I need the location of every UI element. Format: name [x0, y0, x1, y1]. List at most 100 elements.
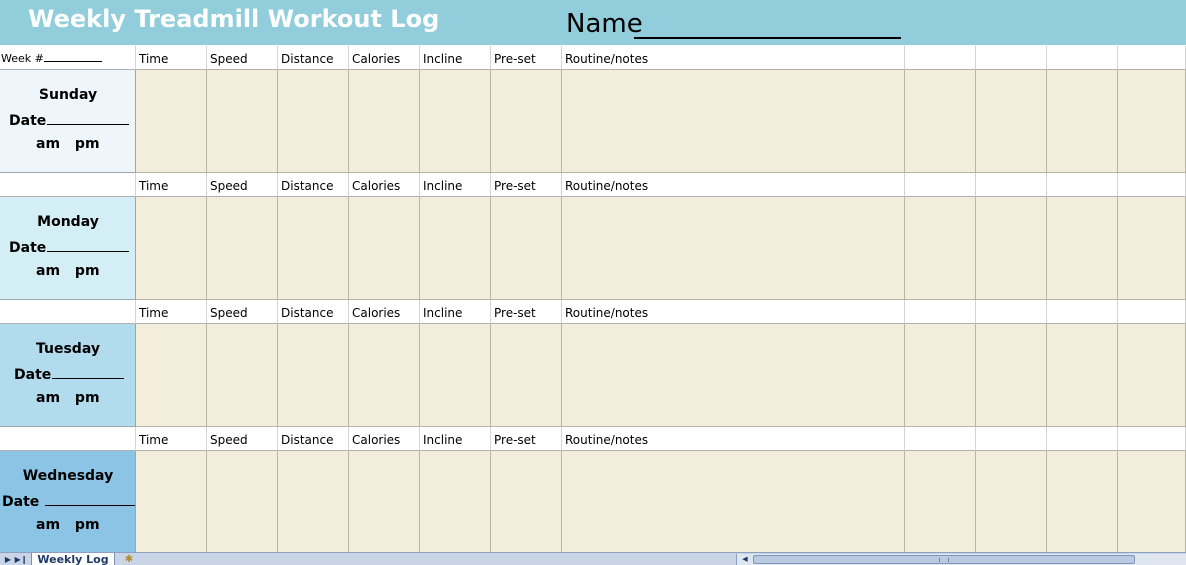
workout-entry-cell[interactable] [491, 451, 562, 552]
workout-entry-cell[interactable] [136, 70, 207, 173]
column-header-cell[interactable] [976, 173, 1047, 197]
workout-entry-cell[interactable] [491, 70, 562, 173]
workout-entry-cell[interactable] [905, 70, 976, 173]
column-header-cell[interactable]: Calories [349, 300, 420, 324]
column-header-cell[interactable]: Speed [207, 173, 278, 197]
workout-entry-cell[interactable] [562, 70, 905, 173]
header-blank-cell[interactable] [0, 300, 136, 324]
workout-entry-cell[interactable] [905, 324, 976, 427]
column-header-cell[interactable]: Speed [207, 427, 278, 451]
column-header-cell[interactable] [905, 173, 976, 197]
column-header-cell[interactable] [905, 46, 976, 70]
workout-entry-cell[interactable] [278, 451, 349, 552]
workout-entry-cell[interactable] [1047, 324, 1118, 427]
column-header-cell[interactable]: Incline [420, 300, 491, 324]
workout-entry-cell[interactable] [420, 70, 491, 173]
workout-entry-cell[interactable] [349, 70, 420, 173]
column-header-cell[interactable] [976, 427, 1047, 451]
week-number-cell[interactable]: Week # [0, 46, 136, 70]
column-header-cell[interactable]: Routine/notes [562, 427, 905, 451]
workout-entry-cell[interactable] [207, 70, 278, 173]
workout-entry-cell[interactable] [207, 197, 278, 300]
last-sheet-arrow-icon[interactable]: ▶❙ [14, 554, 28, 565]
column-header-cell[interactable]: Time [136, 173, 207, 197]
horizontal-scrollbar[interactable]: ◀ [736, 554, 1186, 565]
column-header-cell[interactable]: Incline [420, 46, 491, 70]
workout-entry-cell[interactable] [562, 197, 905, 300]
column-header-cell[interactable]: Distance [278, 173, 349, 197]
column-header-cell[interactable]: Calories [349, 173, 420, 197]
workout-entry-cell[interactable] [136, 197, 207, 300]
workout-entry-cell[interactable] [562, 451, 905, 552]
workout-entry-cell[interactable] [905, 197, 976, 300]
day-label-cell[interactable]: Tuesday Date am pm [0, 324, 136, 427]
column-header-cell[interactable]: Pre-set [491, 46, 562, 70]
workout-entry-cell[interactable] [976, 70, 1047, 173]
workout-entry-cell[interactable] [1118, 70, 1186, 173]
workout-entry-cell[interactable] [1118, 197, 1186, 300]
workout-entry-cell[interactable] [491, 324, 562, 427]
scrollbar-thumb[interactable] [753, 555, 1135, 564]
workout-entry-cell[interactable] [562, 324, 905, 427]
workout-entry-cell[interactable] [905, 451, 976, 552]
column-header-cell[interactable] [905, 300, 976, 324]
column-header-cell[interactable]: Calories [349, 427, 420, 451]
column-header-cell[interactable] [976, 46, 1047, 70]
workout-entry-cell[interactable] [349, 451, 420, 552]
column-header-cell[interactable] [1047, 46, 1118, 70]
workout-entry-cell[interactable] [207, 451, 278, 552]
column-header-cell[interactable]: Distance [278, 300, 349, 324]
workout-entry-cell[interactable] [976, 197, 1047, 300]
header-blank-cell[interactable] [0, 173, 136, 197]
workout-entry-cell[interactable] [976, 324, 1047, 427]
workout-entry-cell[interactable] [136, 324, 207, 427]
column-header-cell[interactable]: Pre-set [491, 173, 562, 197]
workout-entry-cell[interactable] [1047, 451, 1118, 552]
column-header-cell[interactable] [905, 427, 976, 451]
workout-entry-cell[interactable] [349, 197, 420, 300]
column-header-cell[interactable]: Speed [207, 300, 278, 324]
column-header-cell[interactable] [1047, 173, 1118, 197]
column-header-cell[interactable] [1118, 46, 1186, 70]
column-header-cell[interactable] [1118, 427, 1186, 451]
first-sheet-arrow-icon[interactable]: ▶ [1, 554, 15, 565]
workout-entry-cell[interactable] [207, 324, 278, 427]
workout-entry-cell[interactable] [1118, 451, 1186, 552]
column-header-cell[interactable] [1047, 427, 1118, 451]
column-header-cell[interactable] [1047, 300, 1118, 324]
column-header-cell[interactable] [976, 300, 1047, 324]
column-header-cell[interactable] [1118, 173, 1186, 197]
column-header-cell[interactable]: Pre-set [491, 300, 562, 324]
workout-entry-cell[interactable] [278, 70, 349, 173]
column-header-cell[interactable]: Incline [420, 173, 491, 197]
workout-entry-cell[interactable] [1047, 70, 1118, 173]
column-header-cell[interactable]: Pre-set [491, 427, 562, 451]
column-header-cell[interactable]: Incline [420, 427, 491, 451]
day-label-cell[interactable]: Wednesday Date am pm [0, 451, 136, 552]
workout-entry-cell[interactable] [278, 197, 349, 300]
workout-entry-cell[interactable] [420, 324, 491, 427]
insert-sheet-icon[interactable]: ✱ [120, 553, 138, 565]
workout-entry-cell[interactable] [491, 197, 562, 300]
column-header-cell[interactable] [1118, 300, 1186, 324]
column-header-cell[interactable]: Time [136, 427, 207, 451]
column-header-cell[interactable]: Time [136, 300, 207, 324]
scroll-left-arrow-icon[interactable]: ◀ [738, 554, 752, 565]
column-header-cell[interactable]: Distance [278, 427, 349, 451]
workout-entry-cell[interactable] [278, 324, 349, 427]
column-header-cell[interactable]: Distance [278, 46, 349, 70]
workout-entry-cell[interactable] [976, 451, 1047, 552]
header-blank-cell[interactable] [0, 427, 136, 451]
column-header-cell[interactable]: Routine/notes [562, 173, 905, 197]
workout-entry-cell[interactable] [420, 197, 491, 300]
day-label-cell[interactable]: Sunday Date am pm [0, 70, 136, 173]
column-header-cell[interactable]: Speed [207, 46, 278, 70]
column-header-cell[interactable]: Calories [349, 46, 420, 70]
workout-entry-cell[interactable] [1118, 324, 1186, 427]
column-header-cell[interactable]: Routine/notes [562, 46, 905, 70]
workout-entry-cell[interactable] [136, 451, 207, 552]
workout-entry-cell[interactable] [349, 324, 420, 427]
column-header-cell[interactable]: Routine/notes [562, 300, 905, 324]
tab-weekly-log[interactable]: Weekly Log [31, 553, 115, 565]
workout-entry-cell[interactable] [420, 451, 491, 552]
